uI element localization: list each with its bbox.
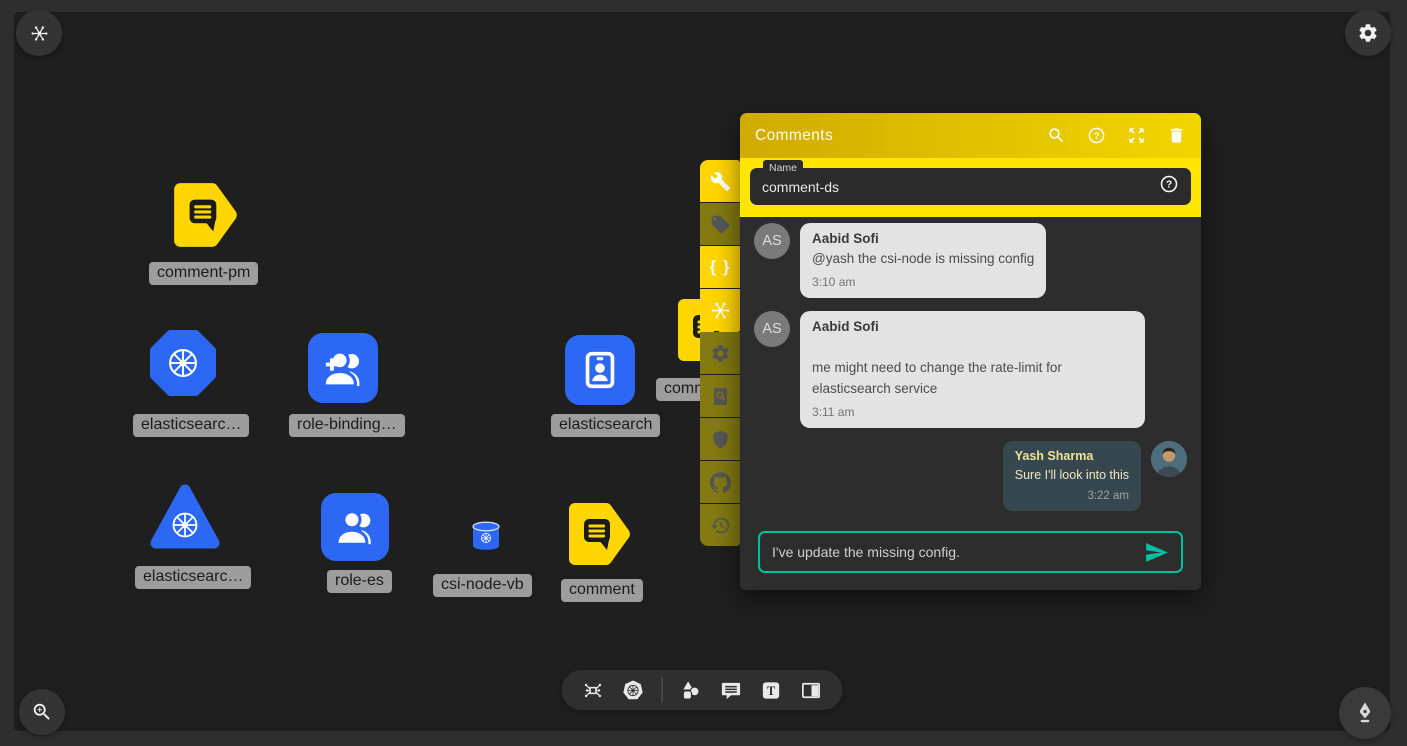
pen-nib-icon bbox=[1352, 700, 1378, 726]
history-icon bbox=[710, 515, 731, 536]
shield-icon bbox=[710, 429, 731, 450]
avatar: AS bbox=[754, 223, 790, 259]
comments-panel-header[interactable]: Comments bbox=[740, 113, 1201, 158]
kubernetes-octagon-icon bbox=[148, 328, 218, 398]
name-help-icon[interactable] bbox=[1159, 174, 1179, 199]
node-role-es[interactable] bbox=[321, 493, 389, 561]
svg-text:T: T bbox=[767, 684, 776, 698]
node-csi-node-vb[interactable] bbox=[468, 518, 504, 554]
storage-cylinder-icon bbox=[468, 518, 504, 554]
role-icon bbox=[332, 504, 378, 550]
message-text: @yash the csi-node is missing config bbox=[812, 249, 1034, 270]
kubernetes-snowflake-icon bbox=[30, 24, 49, 43]
github-tool-button[interactable] bbox=[700, 461, 740, 503]
gear-icon bbox=[1357, 22, 1379, 44]
node-role-binding[interactable] bbox=[308, 333, 378, 403]
message-text: Sure I'll look into this bbox=[1015, 466, 1129, 485]
canvas-toolbar: T bbox=[562, 670, 843, 710]
trash-icon[interactable] bbox=[1167, 126, 1186, 145]
node-action-toolbar: { } bbox=[700, 160, 740, 546]
node-elasticsearch-serviceaccount[interactable] bbox=[565, 335, 635, 405]
media-icon[interactable] bbox=[800, 679, 823, 702]
node-comment-pm[interactable] bbox=[168, 178, 242, 252]
kubernetes-snowflake-icon bbox=[710, 300, 731, 321]
avatar-photo bbox=[1151, 441, 1187, 477]
kubernetes-triangle-icon bbox=[148, 480, 222, 554]
expand-icon[interactable] bbox=[1127, 126, 1146, 145]
message-bubble: Yash Sharma Sure I'll look into this 3:2… bbox=[1003, 441, 1141, 511]
node-label: csi-node-vb bbox=[433, 574, 532, 597]
braces-config-button[interactable]: { } bbox=[700, 246, 740, 288]
scan-tool-button[interactable] bbox=[700, 375, 740, 417]
node-label: role-es bbox=[327, 570, 392, 593]
node-label: elasticsearch bbox=[551, 414, 660, 437]
message-row: AS Aabid Sofi @yash the csi-node is miss… bbox=[754, 223, 1187, 298]
kubernetes-icon[interactable] bbox=[622, 679, 645, 702]
panel-title: Comments bbox=[755, 127, 1047, 145]
settings-tool-button[interactable] bbox=[700, 332, 740, 374]
service-account-icon bbox=[577, 347, 623, 393]
comment-input[interactable] bbox=[772, 544, 1144, 560]
doc-search-icon bbox=[710, 386, 731, 407]
send-icon[interactable] bbox=[1144, 540, 1169, 565]
role-binding-icon bbox=[319, 344, 367, 392]
message-bubble: Aabid Sofi @yash the csi-node is missing… bbox=[800, 223, 1046, 298]
node-label: comment-pm bbox=[149, 262, 258, 285]
message-row: AS Aabid Sofi me might need to change th… bbox=[754, 311, 1187, 428]
zoom-in-icon bbox=[31, 701, 53, 723]
app-menu-button[interactable] bbox=[16, 10, 62, 56]
message-time: 3:11 am bbox=[812, 405, 1133, 419]
pen-tool-button[interactable] bbox=[1339, 687, 1391, 739]
name-field-block: Name bbox=[740, 158, 1201, 217]
search-icon[interactable] bbox=[1047, 126, 1066, 145]
tag-tool-button[interactable] bbox=[700, 203, 740, 245]
circuit-icon[interactable] bbox=[582, 679, 605, 702]
node-elasticsearch-octagon[interactable] bbox=[148, 328, 218, 398]
comment-shape-icon bbox=[563, 498, 635, 570]
message-time: 3:10 am bbox=[812, 275, 1034, 289]
shapes-icon[interactable] bbox=[680, 679, 703, 702]
node-label: role-binding… bbox=[289, 414, 405, 437]
comment-shape-icon bbox=[168, 178, 242, 252]
avatar: AS bbox=[754, 311, 790, 347]
gear-icon bbox=[710, 343, 731, 364]
diagram-canvas[interactable]: comment-pm elasticsearc… role-binding… e… bbox=[14, 12, 1390, 731]
github-icon bbox=[710, 472, 731, 493]
zoom-in-button[interactable] bbox=[19, 689, 65, 735]
message-row: Yash Sharma Sure I'll look into this 3:2… bbox=[754, 441, 1187, 511]
wrench-tool-button[interactable] bbox=[700, 160, 740, 202]
toolbar-divider bbox=[662, 677, 663, 703]
message-bubble: Aabid Sofi me might need to change the r… bbox=[800, 311, 1145, 428]
text-icon[interactable]: T bbox=[760, 679, 783, 702]
node-label: elasticsearc… bbox=[135, 566, 251, 589]
message-time: 3:22 am bbox=[1015, 490, 1129, 502]
message-author: Aabid Sofi bbox=[812, 231, 1034, 246]
shield-tool-button[interactable] bbox=[700, 418, 740, 460]
node-label: elasticsearc… bbox=[133, 414, 249, 437]
message-author: Aabid Sofi bbox=[812, 319, 1133, 334]
comment-icon[interactable] bbox=[720, 679, 743, 702]
kubernetes-tool-button[interactable] bbox=[700, 289, 740, 331]
braces-icon: { } bbox=[710, 257, 731, 277]
node-elasticsearch-triangle[interactable] bbox=[148, 480, 222, 554]
blank-line bbox=[812, 334, 1133, 355]
name-input-wrap: Name bbox=[750, 168, 1191, 205]
history-tool-button[interactable] bbox=[700, 504, 740, 546]
name-input[interactable] bbox=[762, 179, 1159, 195]
node-label: comment bbox=[561, 579, 643, 602]
comment-composer bbox=[758, 531, 1183, 573]
node-comment[interactable] bbox=[563, 498, 635, 572]
comments-panel: Comments Name AS Aabid Sofi @yash the cs… bbox=[740, 113, 1201, 590]
messages-list: AS Aabid Sofi @yash the csi-node is miss… bbox=[740, 217, 1201, 517]
name-field-label: Name bbox=[763, 160, 803, 176]
help-icon[interactable] bbox=[1087, 126, 1106, 145]
message-text: me might need to change the rate-limit f… bbox=[812, 358, 1133, 400]
message-author: Yash Sharma bbox=[1015, 449, 1129, 463]
settings-button[interactable] bbox=[1345, 10, 1391, 56]
